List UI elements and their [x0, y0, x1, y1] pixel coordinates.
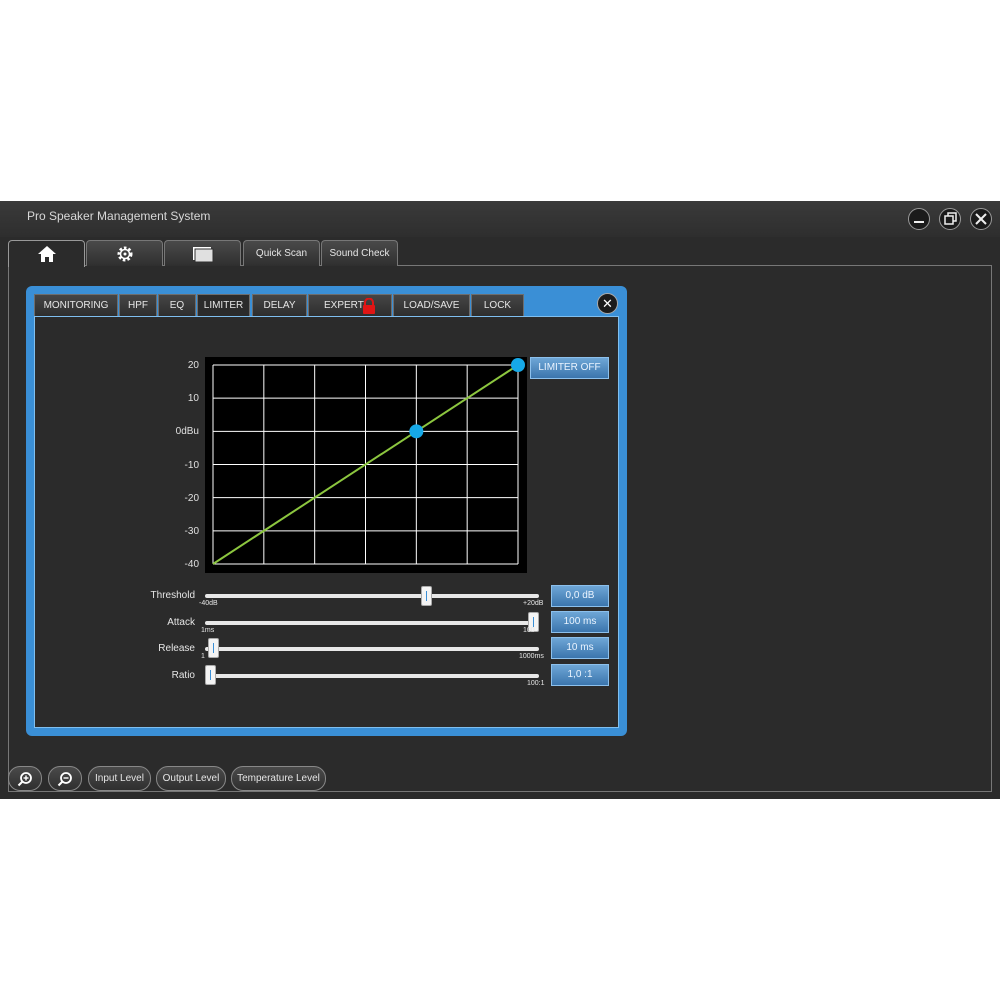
- output-level-button[interactable]: Output Level: [156, 766, 226, 791]
- title-bar: Pro Speaker Management System: [0, 201, 1000, 237]
- tab-expert[interactable]: EXPERT: [308, 294, 392, 316]
- window-title: Pro Speaker Management System: [27, 209, 211, 223]
- tab-hpf[interactable]: HPF: [119, 294, 157, 316]
- y-tick-label: -40: [184, 559, 199, 570]
- y-tick-label: 20: [187, 360, 199, 371]
- attack-slider-track[interactable]: [205, 621, 539, 625]
- ratio-value[interactable]: 1,0 :1: [551, 664, 609, 686]
- tab-limiter[interactable]: LIMITER: [197, 294, 250, 316]
- temperature-level-button[interactable]: Temperature Level: [231, 766, 326, 791]
- attack-label: Attack: [167, 617, 195, 628]
- release-value[interactable]: 10 ms: [551, 637, 609, 659]
- y-tick-label: -20: [184, 493, 199, 504]
- release-slider-track[interactable]: [205, 647, 539, 651]
- threshold-value[interactable]: 0,0 dB: [551, 585, 609, 607]
- tab-load-save[interactable]: LOAD/SAVE: [393, 294, 470, 316]
- tab-delay[interactable]: DELAY: [252, 294, 307, 316]
- y-tick-label: 0dBu: [175, 426, 199, 437]
- panel-close-icon[interactable]: ✕: [597, 293, 618, 314]
- tab-lock[interactable]: LOCK: [471, 294, 524, 316]
- y-tick-label: -30: [184, 526, 199, 537]
- release-slider-thumb[interactable]: [208, 638, 220, 658]
- zoom-out-icon: [57, 772, 72, 787]
- home-icon: [37, 246, 56, 262]
- limiter-graph[interactable]: [205, 357, 527, 573]
- release-min-label: 1: [201, 653, 205, 660]
- ratio-slider-thumb[interactable]: [205, 665, 216, 685]
- tab-monitoring[interactable]: MONITORING: [34, 294, 118, 316]
- tab-windows[interactable]: [164, 240, 241, 266]
- zoom-out-button[interactable]: [48, 766, 82, 791]
- ratio-max-label: 100:1: [527, 680, 545, 687]
- threshold-max-label: +20dB: [523, 600, 544, 607]
- zoom-in-icon: [17, 772, 32, 787]
- attack-min-label: 1ms: [201, 627, 215, 634]
- tab-eq[interactable]: EQ: [158, 294, 196, 316]
- threshold-label: Threshold: [150, 590, 195, 601]
- window-icon: [192, 247, 213, 263]
- input-level-button[interactable]: Input Level: [88, 766, 151, 791]
- release-label: Release: [158, 643, 195, 654]
- threshold-min-label: -40dB: [199, 600, 218, 607]
- release-max-label: 1000ms: [519, 653, 544, 660]
- lock-icon: [363, 298, 375, 314]
- gear-icon: [117, 246, 132, 262]
- tab-sound-check[interactable]: Sound Check: [321, 240, 398, 266]
- max-point[interactable]: [511, 358, 525, 372]
- ratio-slider-track[interactable]: [205, 674, 539, 678]
- y-tick-label: -10: [184, 460, 199, 471]
- ratio-label: Ratio: [171, 670, 195, 681]
- limiter-off-button[interactable]: LIMITER OFF: [530, 357, 609, 379]
- minimize-icon[interactable]: [908, 208, 930, 230]
- tab-quick-scan[interactable]: Quick Scan: [243, 240, 320, 266]
- threshold-slider-thumb[interactable]: [421, 586, 433, 606]
- threshold-point[interactable]: [409, 424, 424, 439]
- limiter-graph-svg: [212, 358, 525, 565]
- tab-settings[interactable]: [86, 240, 163, 266]
- y-tick-label: 10: [187, 393, 199, 404]
- tab-home[interactable]: [8, 240, 85, 267]
- close-icon[interactable]: [970, 208, 992, 230]
- zoom-in-button[interactable]: [8, 766, 42, 791]
- tab-expert-label: EXPERT: [324, 300, 364, 311]
- attack-max-label: 100: [523, 627, 535, 634]
- threshold-slider-track[interactable]: [205, 594, 539, 598]
- restore-icon[interactable]: [939, 208, 961, 230]
- attack-value[interactable]: 100 ms: [551, 611, 609, 633]
